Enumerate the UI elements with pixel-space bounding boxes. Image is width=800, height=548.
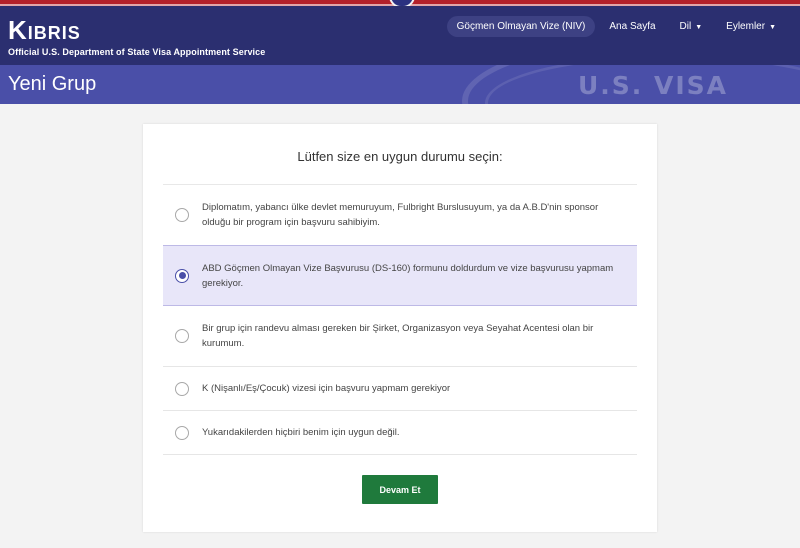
option-ds160[interactable]: ABD Göçmen Olmayan Vize Başvurusu (DS-16… [163,245,637,306]
page-title: Yeni Grup [8,73,97,95]
brand[interactable]: Kibris Official U.S. Department of State… [8,17,265,57]
option-k-visa[interactable]: K (Nişanlı/Eş/Çocuk) vizesi için başvuru… [163,367,637,411]
option-label: Diplomatım, yabancı ülke devlet memuruyu… [202,202,599,228]
option-label: Bir grup için randevu alması gereken bir… [202,323,594,349]
brand-subtitle: Official U.S. Department of State Visa A… [8,47,266,57]
radio-button[interactable] [175,381,189,396]
nav-actions[interactable]: Eylemler ▼ [716,16,786,37]
option-diplomat[interactable]: Diplomatım, yabancı ülke devlet memuruyu… [163,185,637,246]
page-header: U.S. VISA Yeni Grup [0,65,800,104]
caret-down-icon: ▼ [695,24,703,31]
option-label: ABD Göçmen Olmayan Vize Başvurusu (DS-16… [202,262,614,289]
site-header: Kibris Official U.S. Department of State… [0,6,800,65]
radio-button-selected[interactable] [175,268,189,283]
option-label: Yukarıdakilerden hiçbiri benim için uygu… [202,427,400,438]
continue-button[interactable]: Devam Et [362,475,438,504]
brand-title: Kibris [8,15,81,45]
selection-card: Lütfen size en uygun durumu seçin: Diplo… [143,124,657,532]
option-label: K (Nişanlı/Eş/Çocuk) vizesi için başvuru… [202,383,451,394]
radio-button[interactable] [175,329,189,343]
nav-language-label: Dil [679,21,692,32]
nav-home[interactable]: Ana Sayfa [599,16,665,37]
nav-language[interactable]: Dil ▼ [670,16,713,37]
radio-button[interactable] [175,208,189,222]
option-group-company[interactable]: Bir grup için randevu alması gereken bir… [163,306,637,367]
options-list: Diplomatım, yabancı ülke devlet memuruyu… [163,184,637,455]
visa-stamp-text: U.S. VISA [578,71,729,100]
caret-down-icon: ▼ [769,24,776,31]
radio-button[interactable] [175,425,189,440]
option-none[interactable]: Yukarıdakilerden hiçbiri benim için uygu… [163,411,637,455]
top-nav: Göçmen Olmayan Vize (NIV) Ana Sayfa Dil ▼… [443,16,786,37]
nav-niv[interactable]: Göçmen Olmayan Vize (NIV) [446,16,596,37]
nav-actions-label: Eylemler [726,21,766,32]
question-text: Lütfen size en uygun durumu seçin: [297,149,503,164]
